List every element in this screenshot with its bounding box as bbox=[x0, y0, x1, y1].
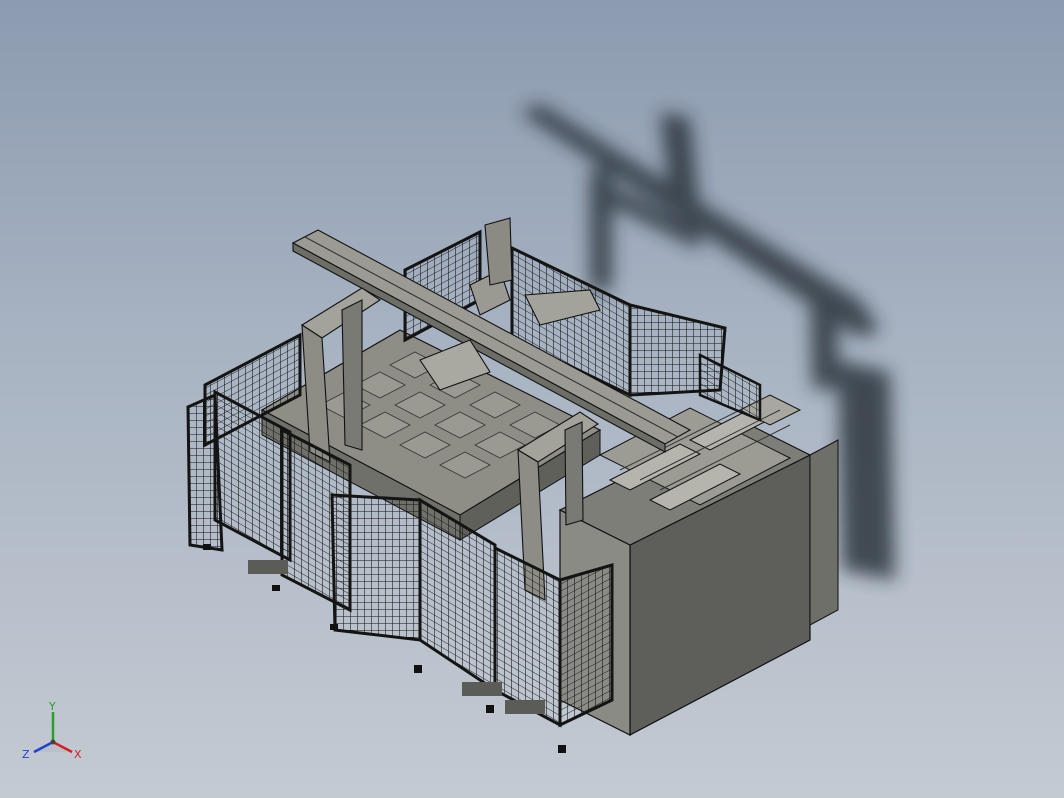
x-axis-label: X bbox=[74, 748, 82, 761]
axis-triad: Y X Z bbox=[22, 700, 82, 761]
model-view[interactable] bbox=[0, 0, 1064, 798]
y-axis-label: Y bbox=[48, 700, 56, 713]
z-axis-label: Z bbox=[22, 748, 30, 761]
graphics-viewport[interactable]: Y X Z bbox=[0, 0, 1064, 798]
front-fence-right bbox=[493, 545, 614, 728]
